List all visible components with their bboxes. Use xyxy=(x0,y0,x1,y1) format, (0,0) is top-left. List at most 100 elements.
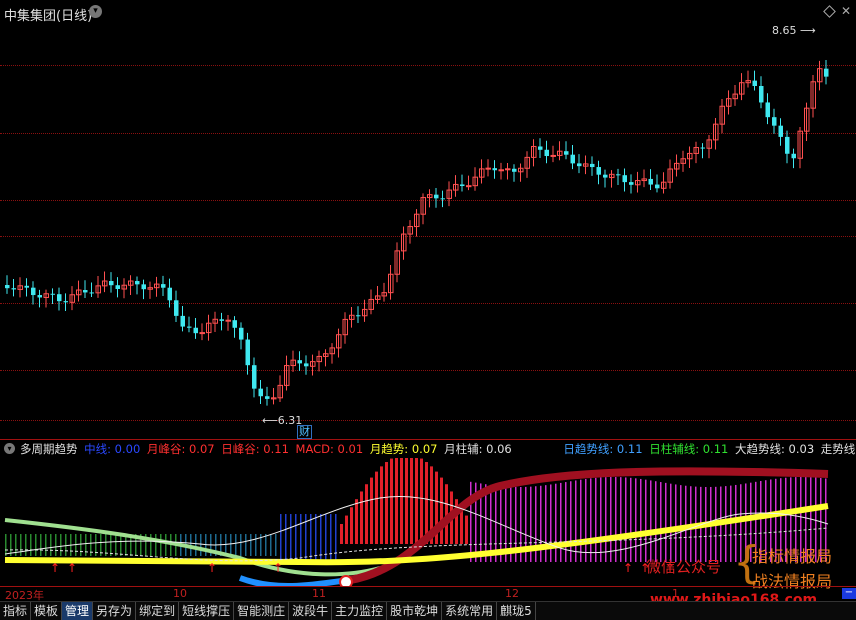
indicator-bar xyxy=(270,534,272,556)
indicator-bar xyxy=(80,534,82,556)
candle-body xyxy=(252,365,257,389)
indicator-bar xyxy=(635,478,637,562)
indicator-bar xyxy=(90,534,92,556)
indicator-bar xyxy=(60,534,62,556)
indicator-bar xyxy=(285,514,287,562)
candlestick-chart xyxy=(5,59,829,406)
legend-item: 日趋势线: 0.11 xyxy=(563,442,643,456)
candle-body xyxy=(50,293,55,295)
candle-body xyxy=(824,68,829,77)
minus-icon[interactable]: − xyxy=(842,588,856,599)
toolbar-button[interactable]: 系统常用 xyxy=(442,602,498,620)
candle-body xyxy=(622,175,627,183)
indicator-bar xyxy=(365,484,368,544)
toolbar-button[interactable]: 短线撑压 xyxy=(179,602,235,620)
indicator-legend: 多周期趋势 中线: 0.00 月峰谷: 0.07 日峰谷: 0.11 MACD:… xyxy=(0,441,856,457)
indicator-bar xyxy=(295,514,297,562)
indicator-bar xyxy=(415,458,418,544)
candle-body xyxy=(765,102,770,118)
finance-badge[interactable]: 财 xyxy=(297,425,312,439)
indicator-bar xyxy=(410,458,413,544)
indicator-bar xyxy=(400,458,403,544)
indicator-bar xyxy=(395,458,398,544)
candle-body xyxy=(180,315,185,327)
indicator-bar xyxy=(625,477,627,562)
toolbar-button[interactable]: 管理 xyxy=(62,602,94,620)
legend-item: 月趋势: 0.07 xyxy=(369,442,438,456)
indicator-bar xyxy=(405,458,408,544)
candle-body xyxy=(616,174,621,176)
toolbar-button[interactable]: 另存为 xyxy=(93,602,137,620)
arrow-icon: ⟶ xyxy=(796,24,816,37)
toolbar-button[interactable]: 绑定到 xyxy=(136,602,180,620)
candle-body xyxy=(187,326,192,328)
toolbar-button[interactable]: 股市乾坤 xyxy=(387,602,443,620)
candle-body xyxy=(629,182,634,185)
candle-body xyxy=(460,184,465,187)
indicator-bar xyxy=(300,514,302,562)
indicator-bar xyxy=(5,534,7,556)
axis-label: 11 xyxy=(312,587,326,600)
main-chart-panel[interactable]: 中集集团(日线) ▾ ✕ 8.65 ⟶ ⟵6.31 财 xyxy=(0,0,856,439)
indicator-bar xyxy=(255,534,257,556)
indicator-bar xyxy=(425,462,428,544)
candle-body xyxy=(440,198,445,200)
toolbar-button[interactable]: 智能测庄 xyxy=(234,602,290,620)
candle-body xyxy=(778,125,783,137)
candle-body xyxy=(655,184,660,189)
candle-body xyxy=(239,327,244,340)
axis-label: 12 xyxy=(505,587,519,600)
candle-body xyxy=(492,168,497,171)
candle-body xyxy=(83,290,88,293)
legend-item: MACD: 0.01 xyxy=(295,442,364,456)
chevron-down-icon[interactable]: ▾ xyxy=(89,5,102,18)
indicator-bar xyxy=(660,482,662,562)
candle-body xyxy=(603,174,608,178)
indicator-bar xyxy=(315,514,317,562)
indicator-bar xyxy=(290,514,292,562)
indicator-bar xyxy=(470,481,472,562)
candle-body xyxy=(31,287,36,296)
indicator-bar xyxy=(580,479,582,562)
candle-body xyxy=(752,80,757,87)
indicator-bar xyxy=(235,534,237,556)
candle-body xyxy=(297,360,302,364)
indicator-panel[interactable]: ↑ ↑ ↑ ↑ ↑ ↑ ↑ xyxy=(0,458,856,586)
toolbar-button[interactable]: 主力监控 xyxy=(332,602,388,620)
candle-body xyxy=(512,168,517,172)
toolbar-button[interactable]: 波段牛 xyxy=(289,602,333,620)
candle-body xyxy=(37,295,42,298)
indicator-bar xyxy=(65,534,67,556)
up-arrow-icon: ↑ xyxy=(50,561,60,575)
legend-item: 月柱辅: 0.06 xyxy=(444,442,512,456)
toolbar-button[interactable]: 模板 xyxy=(31,602,63,620)
indicator-bar xyxy=(340,524,343,544)
candle-body xyxy=(772,117,777,126)
high-price-label: 8.65 ⟶ xyxy=(772,24,816,37)
promo-line: 指标情报局 xyxy=(752,547,833,566)
indicator-bar xyxy=(330,514,332,562)
candle-body xyxy=(466,185,472,188)
indicator-name[interactable]: 多周期趋势 xyxy=(20,441,78,457)
indicator-bar xyxy=(380,466,383,544)
indicator-bar xyxy=(45,534,47,556)
candle-body xyxy=(759,86,764,103)
close-icon[interactable]: ✕ xyxy=(841,4,851,18)
indicator-bar xyxy=(85,534,87,556)
candle-body xyxy=(564,151,569,155)
legend-item: 月峰谷: 0.07 xyxy=(146,442,215,456)
toolbar-button[interactable]: 指标 xyxy=(0,602,32,620)
candle-body xyxy=(232,320,237,328)
toolbar-button[interactable]: 麒珑5 xyxy=(497,602,536,620)
candle-body xyxy=(544,149,549,157)
indicator-bar xyxy=(360,491,363,544)
candle-body xyxy=(550,154,556,157)
indicator-bar xyxy=(115,534,117,556)
indicator-bar xyxy=(680,485,682,562)
indicator-bar xyxy=(265,534,267,556)
indicator-bar xyxy=(110,534,112,556)
indicator-bar xyxy=(165,534,167,556)
panel-divider[interactable] xyxy=(0,439,856,440)
candle-body xyxy=(498,169,504,172)
candle-body xyxy=(161,284,166,288)
